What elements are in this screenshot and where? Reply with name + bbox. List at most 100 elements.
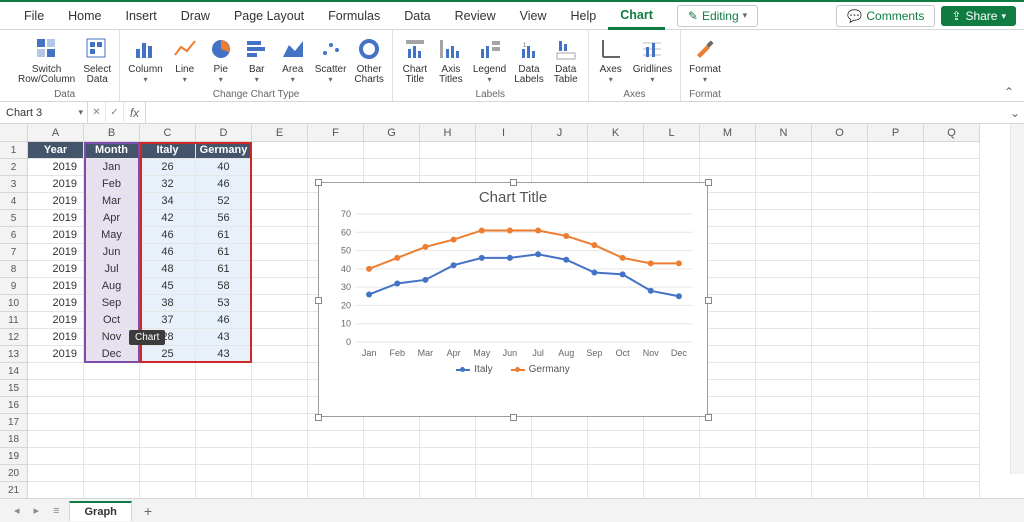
tab-chart[interactable]: Chart (608, 1, 665, 30)
cell[interactable] (700, 363, 756, 380)
cell[interactable]: 2019 (28, 210, 84, 227)
cell[interactable]: 42 (140, 210, 196, 227)
sheet-nav-next[interactable]: ▸ (30, 504, 44, 517)
row-header[interactable]: 2 (0, 159, 28, 176)
cell[interactable] (924, 244, 980, 261)
cell[interactable] (812, 278, 868, 295)
cell[interactable] (868, 414, 924, 431)
cell[interactable] (756, 295, 812, 312)
cell[interactable] (756, 363, 812, 380)
cell[interactable]: 40 (196, 159, 252, 176)
cell[interactable] (196, 397, 252, 414)
cell[interactable] (812, 346, 868, 363)
cell[interactable] (700, 380, 756, 397)
cell[interactable] (756, 465, 812, 482)
switch-row-column-button[interactable]: Switch Row/Column (18, 35, 75, 86)
resize-handle[interactable] (315, 414, 322, 421)
cell[interactable]: 37 (140, 312, 196, 329)
row-header[interactable]: 12 (0, 329, 28, 346)
cancel-formula-button[interactable]: ✕ (88, 102, 106, 124)
cell[interactable] (812, 295, 868, 312)
cell[interactable]: 46 (196, 312, 252, 329)
cell[interactable]: 34 (140, 193, 196, 210)
row-header[interactable]: 7 (0, 244, 28, 261)
cell[interactable] (140, 431, 196, 448)
tab-file[interactable]: File (12, 2, 56, 30)
cell[interactable]: Jun (84, 244, 140, 261)
cell[interactable] (140, 448, 196, 465)
cell[interactable]: 2019 (28, 159, 84, 176)
resize-handle[interactable] (705, 297, 712, 304)
data-labels-button[interactable]: 1Data Labels (514, 35, 543, 86)
cell[interactable] (756, 346, 812, 363)
cell[interactable] (812, 312, 868, 329)
formula-input[interactable] (146, 102, 1006, 124)
cell[interactable]: 2019 (28, 176, 84, 193)
cell[interactable] (924, 397, 980, 414)
column-header[interactable]: J (532, 124, 588, 142)
cell[interactable] (812, 431, 868, 448)
select-data-button[interactable]: Select Data (83, 35, 111, 86)
cell[interactable] (84, 431, 140, 448)
cell[interactable] (756, 227, 812, 244)
cell[interactable] (812, 159, 868, 176)
cell[interactable] (924, 227, 980, 244)
cell[interactable] (252, 482, 308, 498)
cell[interactable] (252, 227, 308, 244)
cell[interactable] (140, 380, 196, 397)
cell[interactable] (252, 193, 308, 210)
row-header[interactable]: 8 (0, 261, 28, 278)
cell[interactable] (28, 431, 84, 448)
column-header[interactable]: Q (924, 124, 980, 142)
cell[interactable] (588, 142, 644, 159)
cell[interactable] (252, 295, 308, 312)
cell[interactable] (140, 414, 196, 431)
cell[interactable]: 2019 (28, 193, 84, 210)
cell[interactable] (868, 363, 924, 380)
cell[interactable] (476, 142, 532, 159)
column-header[interactable]: K (588, 124, 644, 142)
cell[interactable] (756, 397, 812, 414)
chart-legend[interactable]: ItalyGermany (327, 364, 699, 375)
cell[interactable] (644, 159, 700, 176)
sheet-list-button[interactable]: ≡ (49, 505, 63, 517)
cell[interactable] (140, 363, 196, 380)
cell[interactable] (868, 244, 924, 261)
cell[interactable] (868, 176, 924, 193)
legend-entry[interactable]: Italy (456, 364, 492, 375)
cell[interactable]: Year (28, 142, 84, 159)
cell[interactable] (700, 465, 756, 482)
row-header[interactable]: 19 (0, 448, 28, 465)
cell[interactable]: 25 (140, 346, 196, 363)
cell[interactable] (756, 278, 812, 295)
other-charts-button[interactable]: Other Charts (354, 35, 383, 86)
cell[interactable] (700, 431, 756, 448)
scatter-chart-button[interactable]: Scatter▾ (315, 35, 347, 86)
cell[interactable] (252, 244, 308, 261)
cell[interactable] (196, 431, 252, 448)
axes-button[interactable]: Axes▾ (597, 35, 625, 86)
cell[interactable] (28, 448, 84, 465)
cell[interactable]: 58 (196, 278, 252, 295)
cell[interactable] (924, 193, 980, 210)
cell[interactable] (532, 448, 588, 465)
cell[interactable] (868, 312, 924, 329)
collapse-ribbon-button[interactable]: ⌃ (1004, 85, 1018, 99)
column-header[interactable]: B (84, 124, 140, 142)
cell[interactable] (420, 431, 476, 448)
cell[interactable]: Feb (84, 176, 140, 193)
cell[interactable]: 2019 (28, 278, 84, 295)
row-header[interactable]: 16 (0, 397, 28, 414)
pie-chart-button[interactable]: Pie▾ (207, 35, 235, 86)
row-header[interactable]: 4 (0, 193, 28, 210)
cell[interactable] (476, 431, 532, 448)
row-header[interactable]: 10 (0, 295, 28, 312)
cell[interactable] (812, 210, 868, 227)
tab-insert[interactable]: Insert (114, 2, 169, 30)
cell[interactable] (196, 380, 252, 397)
cell[interactable]: 48 (140, 261, 196, 278)
cell[interactable]: 61 (196, 244, 252, 261)
area-chart-button[interactable]: Area▾ (279, 35, 307, 86)
column-header[interactable]: G (364, 124, 420, 142)
cell[interactable] (252, 397, 308, 414)
